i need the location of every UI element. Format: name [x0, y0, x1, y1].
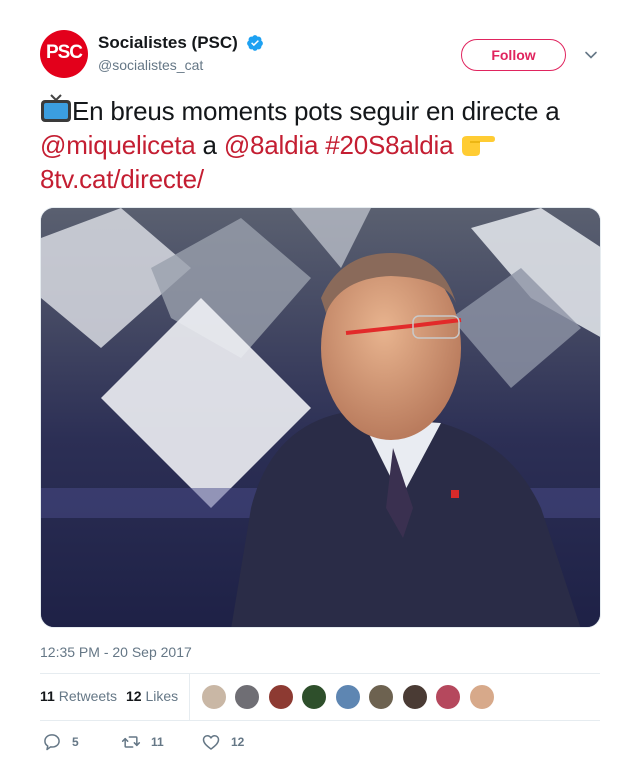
retweets-count: 11: [40, 688, 55, 704]
reply-icon: [44, 734, 60, 751]
likes-stat[interactable]: 12 Likes: [126, 688, 178, 704]
likes-label: Likes: [145, 688, 179, 704]
tweet-header: PSC Socialistes (PSC) @socialistes_cat F…: [40, 30, 600, 82]
url-link[interactable]: 8tv.cat/directe/: [40, 164, 204, 194]
stats-separator: [189, 674, 190, 720]
liker-avatar[interactable]: [435, 684, 462, 710]
retweet-count: 11: [151, 735, 164, 749]
retweets-label: Retweets: [58, 688, 118, 704]
retweets-stat[interactable]: 11 Retweets: [40, 688, 117, 704]
user-handle[interactable]: @socialistes_cat: [98, 57, 264, 73]
liker-avatar[interactable]: [368, 684, 395, 710]
reply-count: 5: [72, 735, 79, 749]
display-name[interactable]: Socialistes (PSC): [98, 33, 238, 53]
liker-avatars: [201, 684, 498, 710]
avatar-logo-text: PSC: [45, 42, 83, 63]
avatar[interactable]: PSC: [40, 30, 88, 78]
man-in-tv-studio-photo: [41, 208, 600, 627]
reply-button[interactable]: 5: [42, 730, 79, 754]
like-button[interactable]: 12: [201, 730, 244, 754]
liker-avatar[interactable]: [468, 684, 495, 710]
retweet-icon: [121, 736, 141, 748]
heart-icon: [202, 735, 220, 750]
divider: [40, 720, 600, 721]
tweet-body-text: En breus moments pots seguir en directe …: [72, 96, 560, 126]
tweet-actions: 5 11 12: [40, 730, 600, 756]
liker-avatar[interactable]: [201, 684, 227, 710]
hashtag-link[interactable]: #20S8aldia: [325, 130, 453, 160]
pointing-right-emoji: [462, 136, 496, 156]
like-count: 12: [231, 735, 245, 749]
mention-link[interactable]: @miqueliceta: [40, 130, 196, 160]
tweet-photo[interactable]: [40, 207, 601, 628]
tweet-connector-text: a: [195, 130, 224, 160]
liker-avatar[interactable]: [401, 684, 428, 710]
follow-button[interactable]: Follow: [461, 39, 566, 71]
mention-link[interactable]: @8aldia: [224, 130, 319, 160]
liker-avatar[interactable]: [301, 684, 328, 710]
tweet-text: En breus moments pots seguir en directe …: [40, 94, 600, 196]
liker-avatar[interactable]: [334, 684, 361, 710]
likes-count: 12: [126, 688, 142, 704]
liker-avatar[interactable]: [234, 684, 261, 710]
chevron-down-icon[interactable]: [584, 48, 598, 62]
liker-avatar[interactable]: [267, 684, 294, 710]
engagement-stats: 11 Retweets 12 Likes: [40, 674, 600, 720]
tweet-timestamp[interactable]: 12:35 PM - 20 Sep 2017: [40, 644, 192, 660]
verified-badge-icon: [247, 35, 264, 51]
author-block[interactable]: Socialistes (PSC) @socialistes_cat: [98, 33, 264, 73]
tv-emoji: [41, 94, 71, 122]
retweet-button[interactable]: 11: [121, 730, 164, 754]
